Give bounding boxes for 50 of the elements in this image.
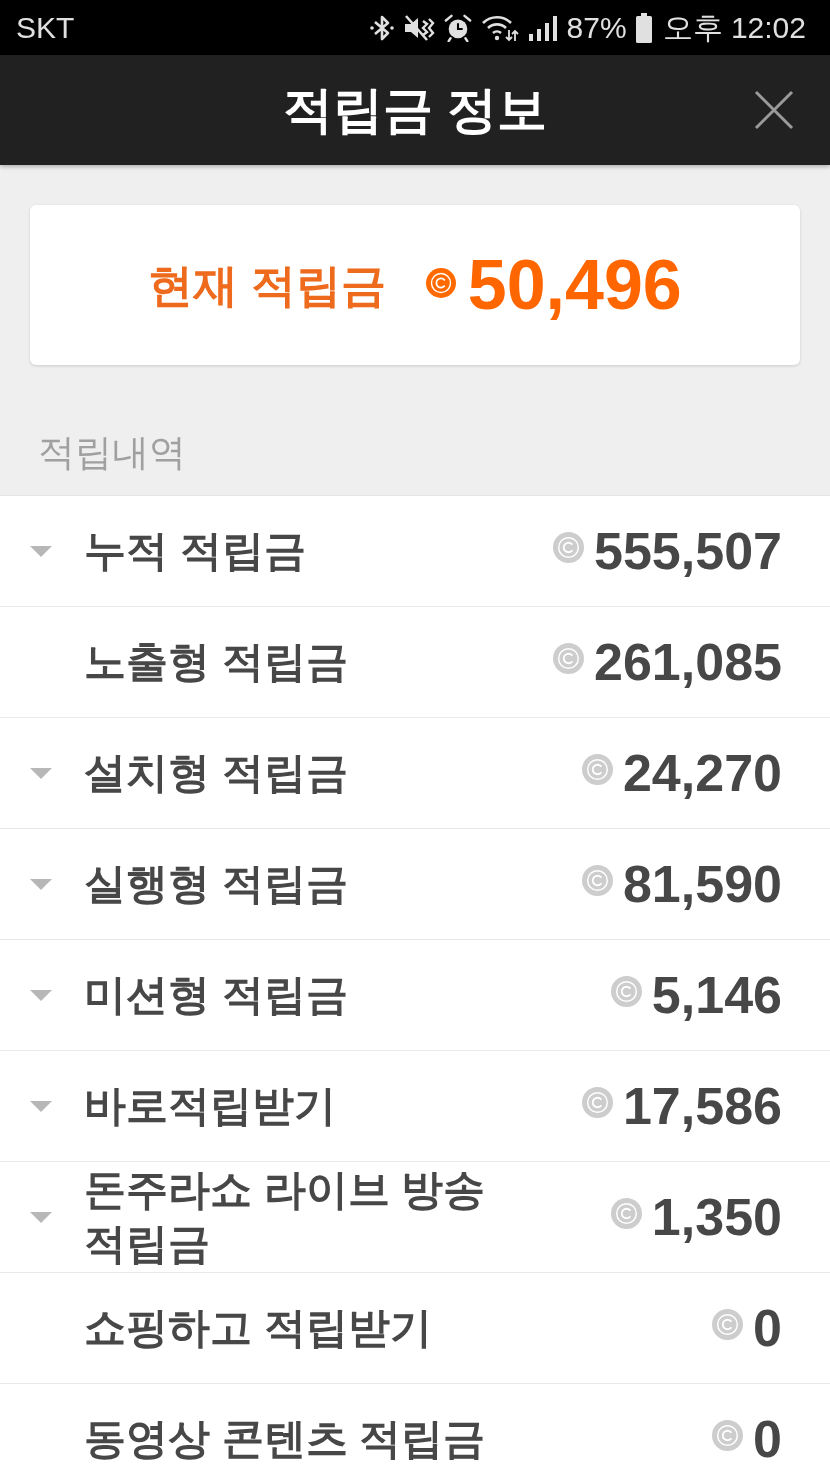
row-amount: 0 [753, 1298, 782, 1358]
coin-icon [712, 1308, 744, 1340]
coin-icon [712, 1419, 744, 1451]
clock-time: 오후 12:02 [662, 12, 806, 43]
row-label: 돈주라쇼 라이브 방송 적립금 [84, 1165, 487, 1269]
row-label: 동영상 콘텐츠 적립금 [84, 1414, 486, 1464]
row-label: 쇼핑하고 적립받기 [84, 1303, 432, 1353]
row-label: 노출형 적립금 [84, 637, 348, 687]
coin-icon [581, 864, 613, 896]
signal-icon [527, 13, 558, 42]
coin-icon [553, 531, 585, 563]
row-label: 실행형 적립금 [84, 859, 348, 909]
row-amount: 261,085 [594, 632, 782, 692]
row-amount: 81,590 [622, 854, 782, 914]
coin-icon [581, 1086, 613, 1118]
list-row[interactable]: 설치형 적립금 24,270 [0, 718, 830, 829]
list-row[interactable]: 실행형 적립금 81,590 [0, 829, 830, 940]
row-amount: 24,270 [622, 743, 782, 803]
row-amount: 0 [753, 1409, 782, 1469]
coin-icon [553, 642, 585, 674]
list-row[interactable]: 쇼핑하고 적립받기 0 [0, 1273, 830, 1384]
list-row[interactable]: 누적 적립금 555,507 [0, 496, 830, 607]
balance-label: 현재 적립금 [148, 262, 386, 308]
row-amount: 17,586 [622, 1076, 782, 1136]
alarm-clock-icon [443, 13, 472, 42]
coin-icon [425, 268, 456, 298]
row-amount: 1,350 [651, 1187, 782, 1247]
coin-icon [581, 753, 613, 785]
carrier-name: SKT [16, 12, 75, 43]
row-label: 바로적립받기 [84, 1081, 336, 1131]
battery-icon [635, 12, 652, 43]
row-label: 미션형 적립금 [84, 970, 348, 1020]
list-row[interactable]: 노출형 적립금 261,085 [0, 607, 830, 718]
section-title: 적립내역 [38, 431, 186, 475]
page-title: 적립금 정보 [283, 85, 547, 135]
close-button[interactable] [752, 88, 796, 132]
battery-percent: 87% [566, 12, 627, 43]
row-amount: 5,146 [651, 965, 782, 1025]
row-label: 설치형 적립금 [84, 748, 348, 798]
row-amount: 555,507 [594, 521, 782, 581]
coin-icon [610, 975, 642, 1007]
wifi-icon [480, 13, 519, 42]
list-row[interactable]: 동영상 콘텐츠 적립금 0 [0, 1384, 830, 1476]
list-row[interactable]: 돈주라쇼 라이브 방송 적립금 1,350 [0, 1162, 830, 1273]
list-row[interactable]: 바로적립받기 17,586 [0, 1051, 830, 1162]
row-label: 누적 적립금 [84, 526, 306, 576]
balance-amount: 50,496 [467, 250, 682, 320]
close-icon [754, 90, 794, 130]
list-row[interactable]: 미션형 적립금 5,146 [0, 940, 830, 1051]
coin-icon [610, 1197, 642, 1229]
